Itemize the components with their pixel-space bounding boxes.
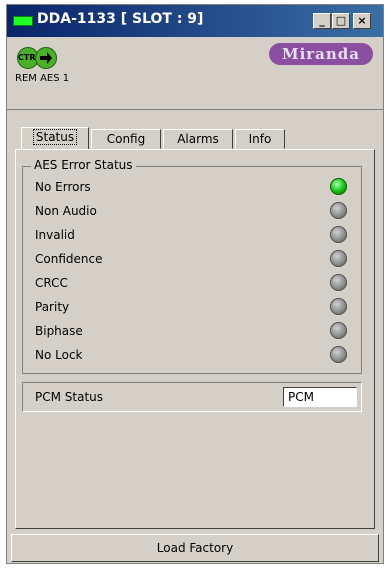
- status-indicator-icon: [13, 16, 33, 26]
- status-row: Parity: [35, 297, 357, 317]
- status-row: Confidence: [35, 249, 357, 269]
- row-label: No Errors: [35, 180, 91, 194]
- status-row: Biphase: [35, 321, 357, 341]
- row-label: CRCC: [35, 276, 68, 290]
- led-indicator-icon: [330, 322, 347, 339]
- header-divider: [7, 109, 383, 110]
- led-indicator-icon: [330, 226, 347, 243]
- aes-error-status-group: AES Error Status No Errors Non Audio Inv…: [22, 158, 362, 374]
- led-indicator-icon: [330, 274, 347, 291]
- load-factory-button[interactable]: Load Factory: [11, 534, 379, 562]
- status-panel: AES Error Status No Errors Non Audio Inv…: [15, 149, 375, 529]
- row-label: Confidence: [35, 252, 103, 266]
- pcm-status-box: PCM Status PCM: [22, 382, 362, 412]
- led-indicator-icon: [330, 178, 347, 195]
- led-indicator-icon: [330, 298, 347, 315]
- status-row: No Lock: [35, 345, 357, 365]
- miranda-logo: Miranda: [269, 43, 373, 65]
- group-title: AES Error Status: [31, 158, 136, 172]
- row-label: Non Audio: [35, 204, 97, 218]
- tab-alarms[interactable]: Alarms: [163, 129, 233, 149]
- arrow-right-icon[interactable]: [35, 47, 57, 69]
- pcm-status-label: PCM Status: [35, 390, 104, 404]
- led-indicator-icon: [330, 250, 347, 267]
- status-row: No Errors: [35, 177, 357, 197]
- status-row: Non Audio: [35, 201, 357, 221]
- row-label: Parity: [35, 300, 70, 314]
- pcm-status-field: PCM: [283, 387, 357, 407]
- tab-status[interactable]: Status: [21, 127, 89, 150]
- row-label: Invalid: [35, 228, 75, 242]
- tab-info[interactable]: Info: [235, 129, 285, 149]
- minimize-button[interactable]: _: [313, 13, 331, 29]
- title-bar[interactable]: DDA-1133 [ SLOT : 9] _ □ ×: [7, 5, 383, 37]
- led-indicator-icon: [330, 346, 347, 363]
- status-row: Invalid: [35, 225, 357, 245]
- rem-label: REM AES 1: [15, 73, 70, 84]
- close-button[interactable]: ×: [353, 13, 371, 29]
- tab-config[interactable]: Config: [91, 129, 161, 149]
- led-indicator-icon: [330, 202, 347, 219]
- app-window: DDA-1133 [ SLOT : 9] _ □ × CTRL REM AES …: [6, 4, 384, 564]
- row-label: No Lock: [35, 348, 83, 362]
- row-label: Biphase: [35, 324, 83, 338]
- window-title: DDA-1133 [ SLOT : 9]: [37, 11, 204, 27]
- maximize-button[interactable]: □: [332, 13, 350, 29]
- device-header: CTRL REM AES 1 Miranda: [7, 37, 383, 109]
- tab-status-label: Status: [32, 129, 78, 145]
- status-row: CRCC: [35, 273, 357, 293]
